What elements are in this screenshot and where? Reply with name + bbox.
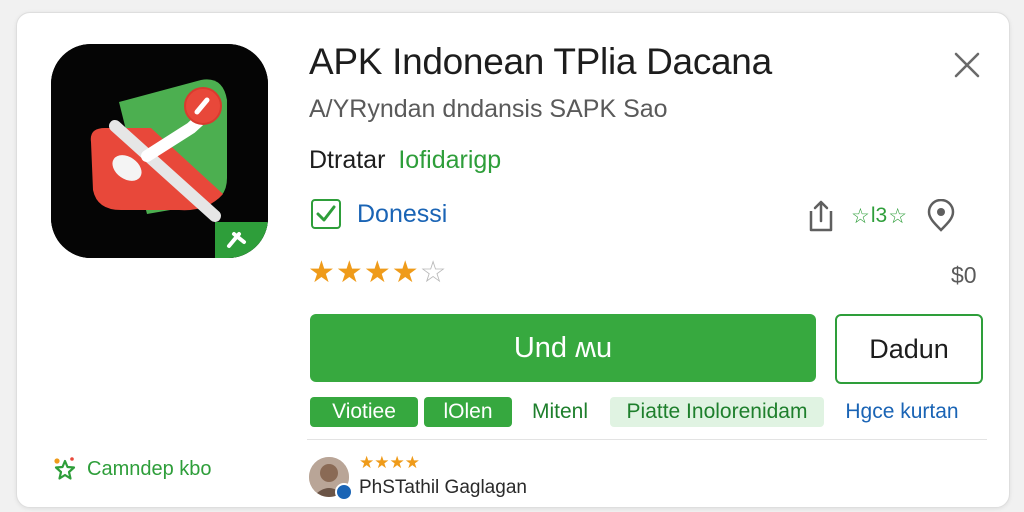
reviewer-name: PhSTathil Gaglagan: [359, 477, 527, 498]
divider: [307, 439, 987, 440]
rating-stars: ★ ★ ★ ★ ☆: [308, 257, 448, 289]
star-filled-icon: ★: [335, 256, 363, 289]
stars-badge-text: l3: [870, 204, 888, 227]
checkbox-row: Donessi: [311, 199, 447, 229]
tag-chip[interactable]: Mitenl: [524, 397, 596, 427]
star-empty-icon: ☆: [419, 256, 447, 289]
star-filled-icon: ★: [363, 256, 391, 289]
verified-badge-icon: [335, 483, 353, 501]
developer-label: Dtratar: [309, 146, 386, 174]
left-footer-link[interactable]: Camndep kbo: [51, 455, 212, 483]
location-pin-icon: [927, 198, 955, 232]
star-outline-icon: ☆: [851, 204, 870, 228]
tag-chip[interactable]: Piatte Inolorenidam: [610, 397, 824, 427]
sparkle-star-icon: [54, 457, 76, 480]
star-filled-icon: ★★★★: [359, 453, 420, 472]
tag-chip[interactable]: lOlen: [424, 397, 512, 427]
star-filled-icon: ★: [308, 256, 335, 289]
tag-chip[interactable]: Viotiee: [310, 397, 418, 427]
app-detail-card: APK Indonean TPlia Dacana A/YRyndan dnda…: [16, 12, 1010, 508]
left-footer-label: Camndep kbo: [87, 457, 212, 480]
checkmark-icon: [316, 205, 336, 222]
app-subtitle: A/YRyndan dndansis SAPK Sao: [309, 95, 668, 123]
close-button[interactable]: [945, 43, 989, 87]
location-button[interactable]: [925, 198, 957, 233]
close-icon: [954, 52, 980, 78]
price: $0: [951, 262, 977, 288]
secondary-button[interactable]: Dadun: [835, 314, 983, 384]
share-icon: [809, 200, 833, 232]
header-actions: ☆ l3 ☆: [807, 198, 957, 233]
tag-chip[interactable]: Hgce kurtan: [834, 397, 970, 427]
developer-row: Dtratar Iofidarigp: [309, 146, 501, 175]
app-title: APK Indonean TPlia Dacana: [309, 41, 772, 82]
app-icon[interactable]: [51, 44, 268, 258]
stars-badge[interactable]: ☆ l3 ☆: [851, 204, 907, 229]
checkbox-label: Donessi: [357, 199, 448, 228]
review-stars: ★★★★: [359, 453, 420, 473]
map-pin-icon: [51, 44, 268, 258]
star-outline-icon: ☆: [888, 204, 908, 228]
install-button[interactable]: Und ʍu: [310, 314, 816, 382]
checkbox[interactable]: [311, 199, 341, 229]
share-button[interactable]: [807, 199, 835, 233]
star-filled-icon: ★: [391, 256, 419, 289]
developer-link[interactable]: Iofidarigp: [398, 146, 501, 174]
